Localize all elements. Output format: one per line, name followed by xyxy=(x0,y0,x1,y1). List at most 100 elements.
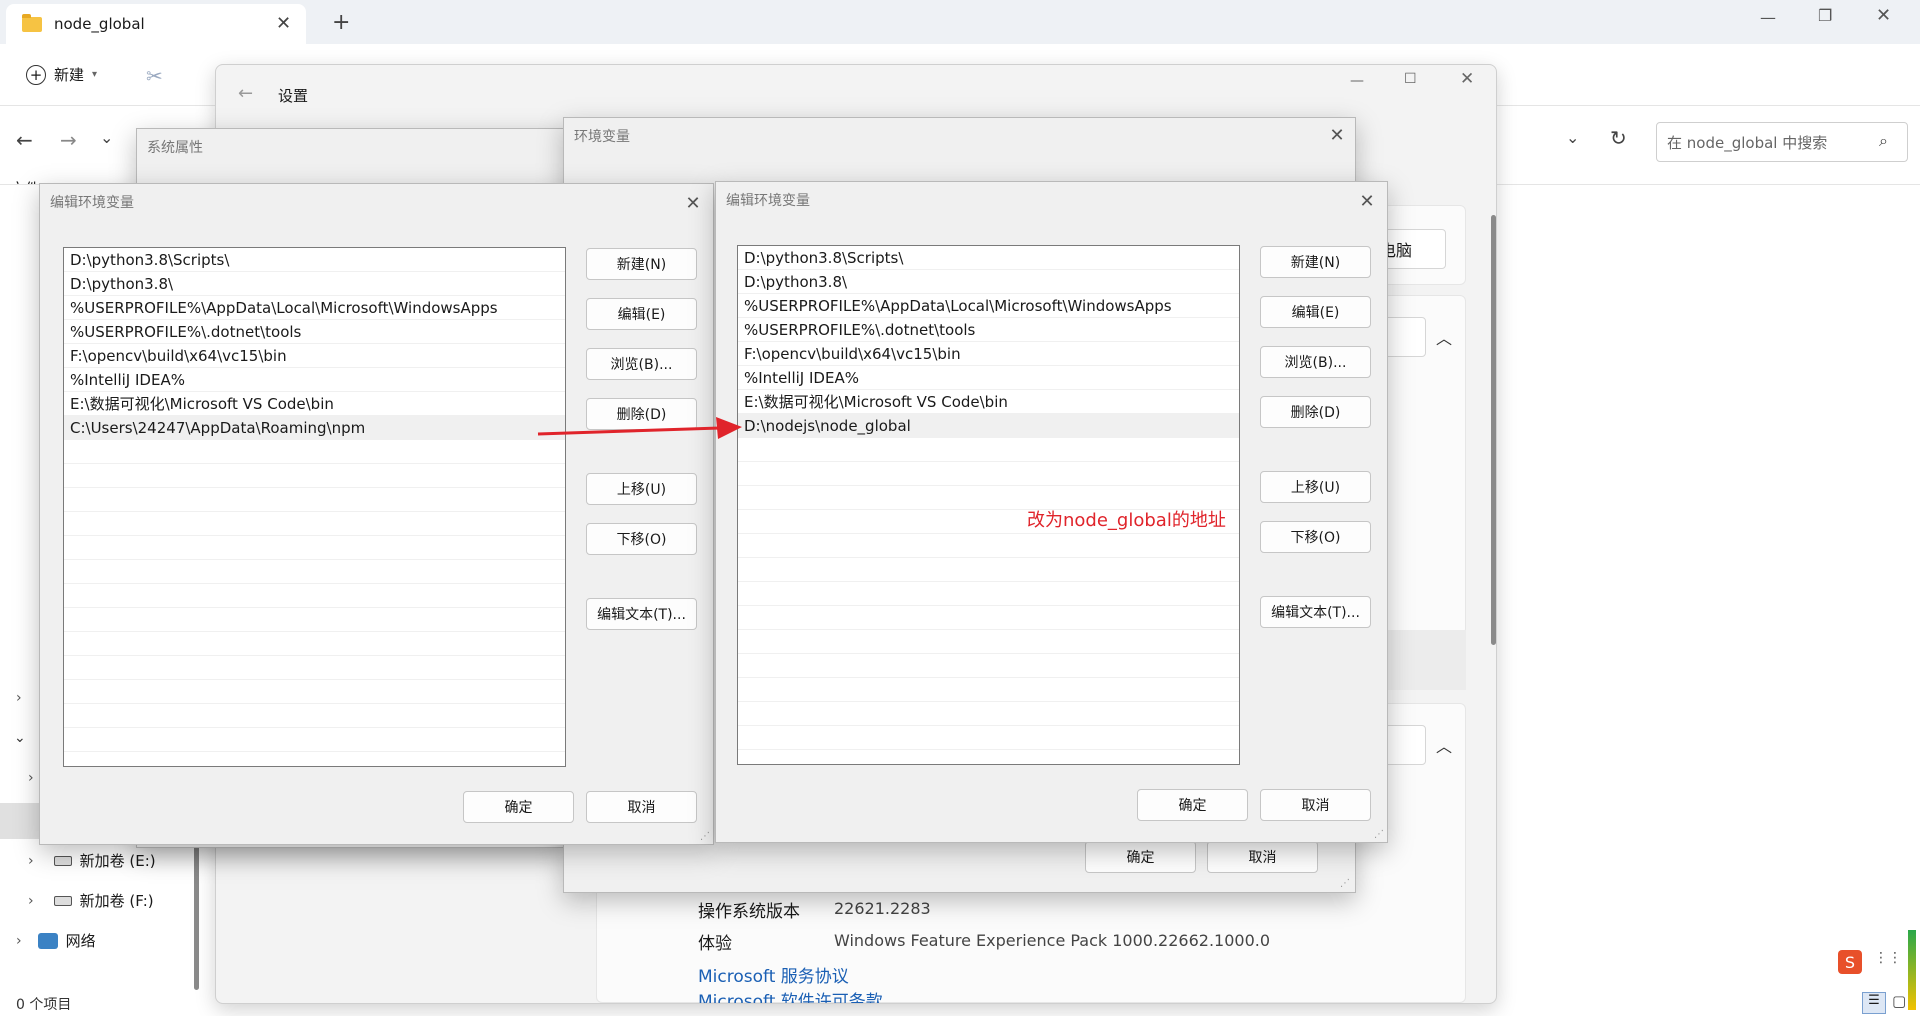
new-button[interactable]: 新建(N) xyxy=(1260,246,1371,278)
list-item[interactable]: F:\opencv\build\x64\vc15\bin xyxy=(738,342,1239,366)
delete-button[interactable]: 删除(D) xyxy=(1260,396,1371,428)
list-item-empty[interactable] xyxy=(64,728,565,752)
cancel-button[interactable]: 取消 xyxy=(1260,789,1371,821)
browse-button[interactable]: 浏览(B)... xyxy=(586,348,697,380)
list-item-empty[interactable] xyxy=(64,632,565,656)
maximize-icon[interactable]: ☐ xyxy=(1404,71,1417,87)
list-item-empty[interactable] xyxy=(738,534,1239,558)
cancel-button[interactable]: 取消 xyxy=(1207,841,1318,873)
minimize-icon[interactable]: — xyxy=(1350,73,1364,89)
list-item-empty[interactable] xyxy=(738,438,1239,462)
ime-tray-icon[interactable]: S xyxy=(1838,950,1862,974)
new-tab-button[interactable]: + xyxy=(332,10,350,35)
settings-scrollbar[interactable] xyxy=(1491,215,1496,645)
list-item[interactable]: %IntelliJ IDEA% xyxy=(64,368,565,392)
list-item-empty[interactable] xyxy=(738,678,1239,702)
new-button[interactable]: 新建(N) xyxy=(586,248,697,280)
address-dropdown-icon[interactable]: ⌄ xyxy=(1566,128,1579,147)
list-item-selected[interactable]: C:\Users\24247\AppData\Roaming\npm xyxy=(64,416,565,440)
back-icon[interactable]: ← xyxy=(238,83,253,104)
ok-button[interactable]: 确定 xyxy=(1137,789,1248,821)
list-item[interactable]: D:\python3.8\ xyxy=(738,270,1239,294)
tiles-view-icon[interactable]: ▢ xyxy=(1892,992,1906,1010)
search-input[interactable]: 在 node_global 中搜索 ⌕ xyxy=(1656,122,1908,162)
cut-icon[interactable]: ✂ xyxy=(146,64,163,88)
refresh-icon[interactable]: ↻ xyxy=(1610,126,1627,150)
list-item-empty[interactable] xyxy=(738,582,1239,606)
list-item-empty[interactable] xyxy=(64,464,565,488)
list-item-empty[interactable] xyxy=(64,584,565,608)
move-down-button[interactable]: 下移(O) xyxy=(1260,521,1371,553)
nav-collapse-icon[interactable]: ⌄ xyxy=(14,730,26,746)
forward-icon[interactable]: → xyxy=(60,128,77,152)
close-icon[interactable]: ✕ xyxy=(1352,188,1382,214)
close-window-icon[interactable]: ✕ xyxy=(1876,5,1891,26)
resize-grip-icon[interactable]: ⋰ xyxy=(1374,829,1384,840)
list-item-empty[interactable] xyxy=(738,606,1239,630)
close-icon[interactable]: ✕ xyxy=(1322,122,1352,148)
ok-button[interactable]: 确定 xyxy=(1085,841,1196,873)
nav-network[interactable]: › 网络 xyxy=(16,930,96,951)
list-item[interactable]: %IntelliJ IDEA% xyxy=(738,366,1239,390)
nav-drive-f[interactable]: › 新加卷 (F:) xyxy=(28,890,154,911)
list-item-empty[interactable] xyxy=(738,630,1239,654)
restore-icon[interactable]: ❐ xyxy=(1818,6,1832,25)
details-view-icon[interactable]: ☰ xyxy=(1862,992,1886,1014)
list-item-empty[interactable] xyxy=(64,440,565,464)
list-item-empty[interactable] xyxy=(738,558,1239,582)
list-item[interactable]: E:\数据可视化\Microsoft VS Code\bin xyxy=(64,392,565,416)
list-item[interactable]: D:\python3.8\Scripts\ xyxy=(738,246,1239,270)
license-terms-link[interactable]: Microsoft 软件许可条款 xyxy=(698,987,883,1003)
list-item-empty[interactable] xyxy=(64,608,565,632)
edit-button[interactable]: 编辑(E) xyxy=(1260,296,1371,328)
move-up-button[interactable]: 上移(U) xyxy=(586,473,697,505)
list-item[interactable]: %USERPROFILE%\.dotnet\tools xyxy=(738,318,1239,342)
tray-dots-icon[interactable]: ⋮⋮ xyxy=(1874,950,1902,966)
list-item-empty[interactable] xyxy=(64,656,565,680)
nav-drive-e[interactable]: › 新加卷 (E:) xyxy=(28,850,156,871)
edit-text-button[interactable]: 编辑文本(T)... xyxy=(586,598,697,630)
list-item[interactable]: D:\python3.8\ xyxy=(64,272,565,296)
list-item-empty[interactable] xyxy=(738,462,1239,486)
recent-chevron-icon[interactable]: ⌄ xyxy=(100,128,113,147)
list-item[interactable]: D:\python3.8\Scripts\ xyxy=(64,248,565,272)
close-icon[interactable]: ✕ xyxy=(1460,69,1474,89)
new-item-button[interactable]: + 新建 ▾ xyxy=(26,64,97,85)
cancel-button[interactable]: 取消 xyxy=(586,791,697,823)
resize-grip-icon[interactable]: ⋰ xyxy=(1340,878,1350,889)
chevron-up-icon[interactable]: ︿ xyxy=(1436,733,1452,757)
list-item-selected[interactable]: D:\nodejs\node_global xyxy=(738,414,1239,438)
list-item[interactable]: %USERPROFILE%\AppData\Local\Microsoft\Wi… xyxy=(64,296,565,320)
close-icon[interactable]: ✕ xyxy=(678,190,708,216)
list-item-empty[interactable] xyxy=(64,512,565,536)
browse-button[interactable]: 浏览(B)... xyxy=(1260,346,1371,378)
edit-text-button[interactable]: 编辑文本(T)... xyxy=(1260,596,1371,628)
move-up-button[interactable]: 上移(U) xyxy=(1260,471,1371,503)
list-item[interactable]: E:\数据可视化\Microsoft VS Code\bin xyxy=(738,390,1239,414)
list-item[interactable]: %USERPROFILE%\AppData\Local\Microsoft\Wi… xyxy=(738,294,1239,318)
back-icon[interactable]: ← xyxy=(16,128,33,152)
chevron-up-icon[interactable]: ︿ xyxy=(1436,325,1452,349)
edit-button[interactable]: 编辑(E) xyxy=(586,298,697,330)
nav-expand-icon[interactable]: › xyxy=(28,770,34,786)
list-item[interactable]: %USERPROFILE%\.dotnet\tools xyxy=(64,320,565,344)
list-item-empty[interactable] xyxy=(738,654,1239,678)
services-agreement-link[interactable]: Microsoft 服务协议 xyxy=(698,962,849,987)
list-item-empty[interactable] xyxy=(64,488,565,512)
list-item-empty[interactable] xyxy=(64,704,565,728)
list-item-empty[interactable] xyxy=(64,560,565,584)
explorer-tab[interactable]: node_global ✕ xyxy=(6,4,306,44)
list-item-empty[interactable] xyxy=(64,680,565,704)
list-item-empty[interactable] xyxy=(64,536,565,560)
list-item-empty[interactable] xyxy=(738,702,1239,726)
move-down-button[interactable]: 下移(O) xyxy=(586,523,697,555)
path-list[interactable]: D:\python3.8\Scripts\ D:\python3.8\ %USE… xyxy=(63,247,566,767)
minimize-icon[interactable]: — xyxy=(1760,8,1776,27)
list-item-empty[interactable] xyxy=(738,726,1239,750)
ok-button[interactable]: 确定 xyxy=(463,791,574,823)
close-tab-icon[interactable]: ✕ xyxy=(276,13,291,34)
path-list[interactable]: D:\python3.8\Scripts\ D:\python3.8\ %USE… xyxy=(737,245,1240,765)
resize-grip-icon[interactable]: ⋰ xyxy=(700,831,710,842)
nav-scrollbar[interactable] xyxy=(194,840,199,990)
list-item[interactable]: F:\opencv\build\x64\vc15\bin xyxy=(64,344,565,368)
